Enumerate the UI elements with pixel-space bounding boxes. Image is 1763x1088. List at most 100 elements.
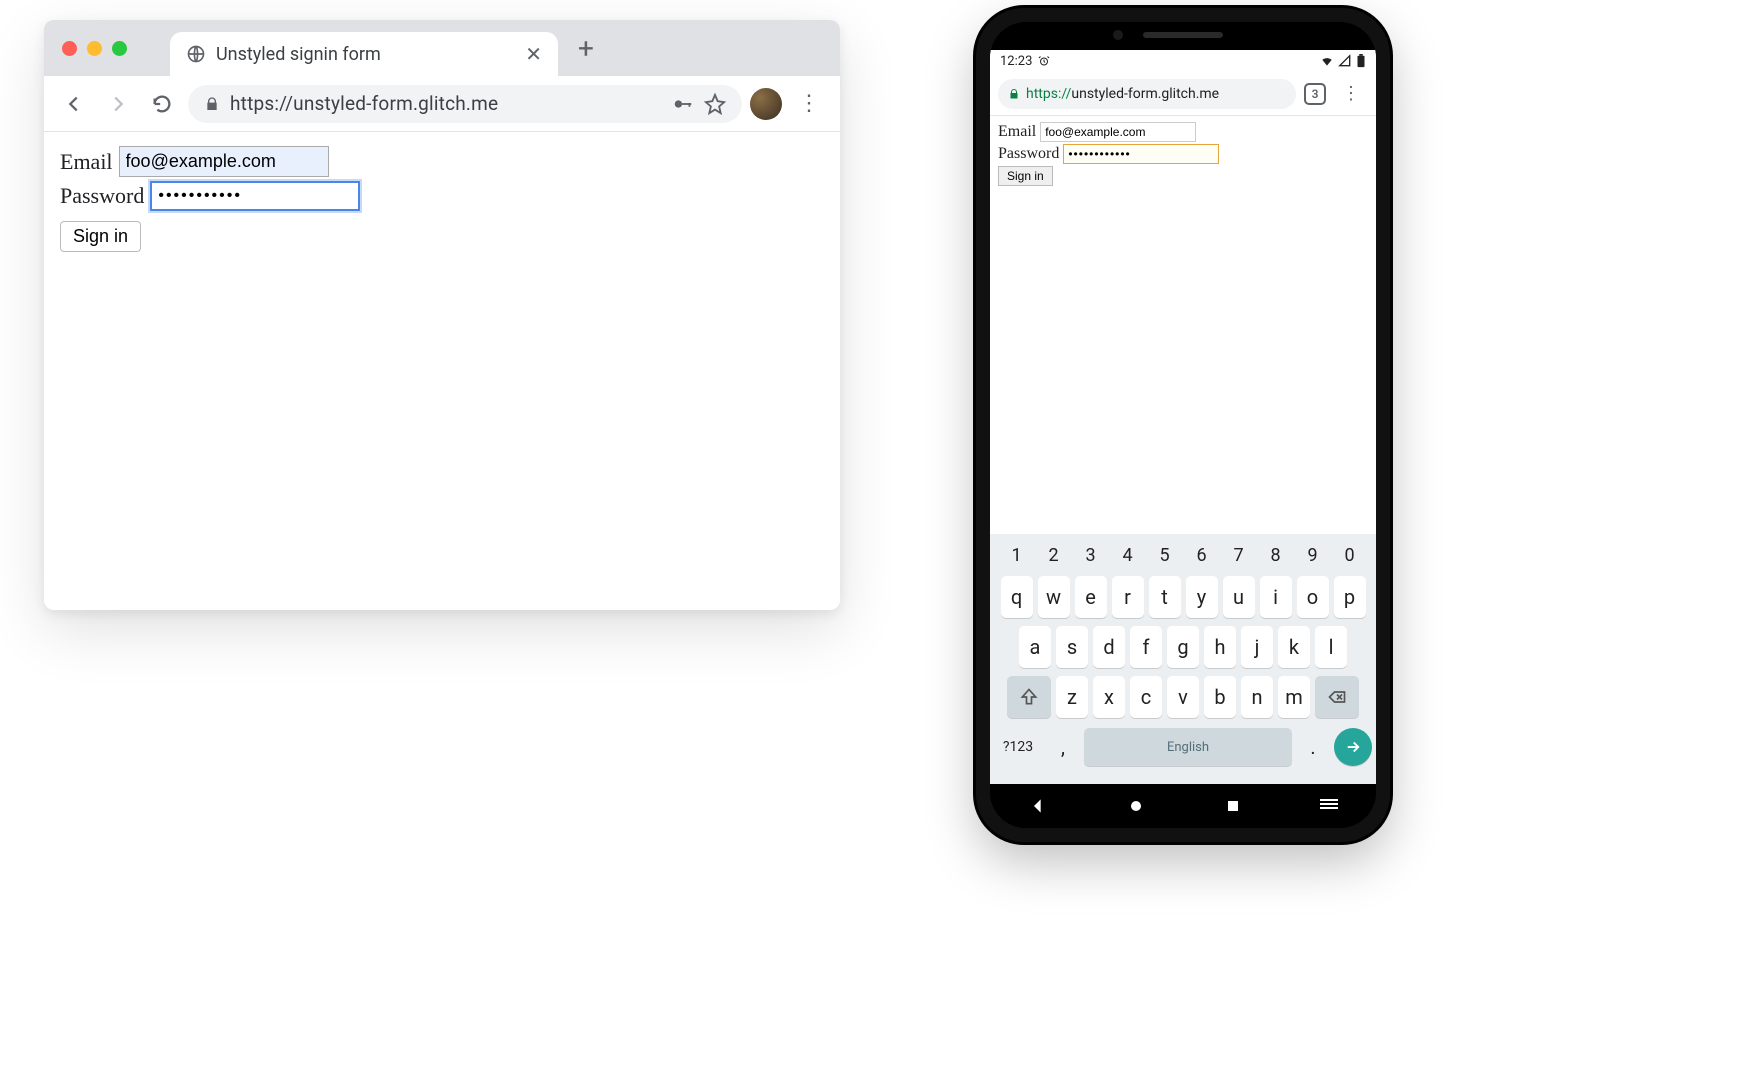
kb-key[interactable]: y xyxy=(1186,576,1218,618)
kb-key[interactable]: 9 xyxy=(1297,540,1329,570)
kb-key[interactable]: h xyxy=(1204,626,1236,668)
phone-camera xyxy=(1113,30,1123,40)
reload-button[interactable] xyxy=(144,86,180,122)
tab-strip: Unstyled signin form ✕ + xyxy=(44,20,840,76)
kb-key[interactable]: p xyxy=(1334,576,1366,618)
kb-key[interactable]: t xyxy=(1149,576,1181,618)
kb-key[interactable]: z xyxy=(1056,676,1088,718)
kb-key[interactable]: o xyxy=(1297,576,1329,618)
key-icon[interactable] xyxy=(672,93,694,115)
nav-back-button[interactable] xyxy=(1029,796,1049,816)
profile-avatar[interactable] xyxy=(750,88,782,120)
nav-home-button[interactable] xyxy=(1126,796,1146,816)
mobile-page-content: Email Password Sign in xyxy=(990,116,1376,534)
kb-key[interactable]: q xyxy=(1001,576,1033,618)
kb-number-row: 1 2 3 4 5 6 7 8 9 0 xyxy=(994,540,1372,570)
kb-key[interactable]: i xyxy=(1260,576,1292,618)
kb-row-2: a s d f g h j k l xyxy=(994,626,1372,668)
bookmark-star-icon[interactable] xyxy=(704,93,726,115)
comma-key[interactable]: , xyxy=(1047,726,1079,768)
url-text: https://unstyled-form.glitch.me xyxy=(1026,86,1219,102)
alarm-icon xyxy=(1038,55,1050,67)
nav-recents-button[interactable] xyxy=(1223,796,1243,816)
signin-button[interactable]: Sign in xyxy=(60,221,141,252)
url-text: https://unstyled-form.glitch.me xyxy=(230,92,662,115)
kb-key[interactable]: 0 xyxy=(1334,540,1366,570)
browser-toolbar: https://unstyled-form.glitch.me ⋮ xyxy=(44,76,840,132)
mobile-menu-button[interactable]: ⋮ xyxy=(1334,83,1368,104)
kb-key[interactable]: 1 xyxy=(1001,540,1033,570)
kb-key[interactable]: b xyxy=(1204,676,1236,718)
shift-key[interactable] xyxy=(1007,676,1051,718)
kb-key[interactable]: 4 xyxy=(1112,540,1144,570)
kb-key[interactable]: u xyxy=(1223,576,1255,618)
mobile-browser-toolbar: https://unstyled-form.glitch.me 3 ⋮ xyxy=(990,72,1376,116)
browser-tab[interactable]: Unstyled signin form ✕ xyxy=(170,32,558,76)
kb-key[interactable]: 5 xyxy=(1149,540,1181,570)
lock-icon xyxy=(204,96,220,112)
kb-key[interactable]: 8 xyxy=(1260,540,1292,570)
kb-row-bottom: ?123 , English . xyxy=(994,726,1372,768)
kb-key[interactable]: l xyxy=(1315,626,1347,668)
signal-icon xyxy=(1338,54,1352,68)
close-tab-button[interactable]: ✕ xyxy=(525,42,542,66)
kb-key[interactable]: v xyxy=(1167,676,1199,718)
window-controls xyxy=(44,41,127,56)
period-key[interactable]: . xyxy=(1297,726,1329,768)
back-button[interactable] xyxy=(56,86,92,122)
kb-key[interactable]: a xyxy=(1019,626,1051,668)
wifi-icon xyxy=(1320,54,1334,68)
status-time: 12:23 xyxy=(1000,54,1032,69)
android-nav-bar xyxy=(990,784,1376,828)
kb-key[interactable]: c xyxy=(1130,676,1162,718)
enter-key[interactable] xyxy=(1334,728,1372,766)
maximize-window-button[interactable] xyxy=(112,41,127,56)
email-input[interactable] xyxy=(1040,122,1196,142)
new-tab-button[interactable]: + xyxy=(578,32,594,65)
kb-key[interactable]: k xyxy=(1278,626,1310,668)
kb-key[interactable]: 2 xyxy=(1038,540,1070,570)
address-bar[interactable]: https://unstyled-form.glitch.me xyxy=(188,85,742,123)
tab-title: Unstyled signin form xyxy=(216,44,515,65)
kb-key[interactable]: m xyxy=(1278,676,1310,718)
forward-button[interactable] xyxy=(100,86,136,122)
kb-key[interactable]: j xyxy=(1241,626,1273,668)
kb-key[interactable]: 7 xyxy=(1223,540,1255,570)
password-label: Password xyxy=(998,145,1059,163)
minimize-window-button[interactable] xyxy=(87,41,102,56)
password-input[interactable] xyxy=(150,181,360,211)
kb-key[interactable]: 6 xyxy=(1186,540,1218,570)
kb-row-1: q w e r t y u i o p xyxy=(994,576,1372,618)
kb-key[interactable]: g xyxy=(1167,626,1199,668)
email-input[interactable] xyxy=(119,146,329,177)
nav-keyboard-switch-button[interactable] xyxy=(1320,799,1338,813)
kb-key[interactable]: x xyxy=(1093,676,1125,718)
mobile-address-bar[interactable]: https://unstyled-form.glitch.me xyxy=(998,79,1296,109)
signin-button[interactable]: Sign in xyxy=(998,166,1053,186)
kb-key[interactable]: n xyxy=(1241,676,1273,718)
kb-key[interactable]: f xyxy=(1130,626,1162,668)
battery-icon xyxy=(1356,54,1366,68)
space-key[interactable]: English xyxy=(1084,728,1292,766)
kb-key[interactable]: w xyxy=(1038,576,1070,618)
desktop-browser-window: Unstyled signin form ✕ + https://unstyle… xyxy=(44,20,840,610)
phone-speaker xyxy=(1143,32,1223,38)
symbols-key[interactable]: ?123 xyxy=(994,726,1042,768)
lock-icon xyxy=(1008,88,1020,100)
password-input[interactable] xyxy=(1063,144,1219,164)
kb-key[interactable]: r xyxy=(1112,576,1144,618)
browser-menu-button[interactable]: ⋮ xyxy=(790,91,828,116)
kb-key[interactable]: s xyxy=(1056,626,1088,668)
backspace-key[interactable] xyxy=(1315,676,1359,718)
phone-device: 12:23 xyxy=(976,8,1390,842)
soft-keyboard: 1 2 3 4 5 6 7 8 9 0 q w e r t y xyxy=(990,534,1376,784)
phone-screen: 12:23 xyxy=(990,50,1376,784)
kb-row-3: z x c v b n m xyxy=(994,676,1372,718)
close-window-button[interactable] xyxy=(62,41,77,56)
tab-switcher-button[interactable]: 3 xyxy=(1304,83,1326,105)
kb-key[interactable]: d xyxy=(1093,626,1125,668)
kb-key[interactable]: e xyxy=(1075,576,1107,618)
email-label: Email xyxy=(60,149,113,175)
status-bar: 12:23 xyxy=(990,50,1376,72)
kb-key[interactable]: 3 xyxy=(1075,540,1107,570)
